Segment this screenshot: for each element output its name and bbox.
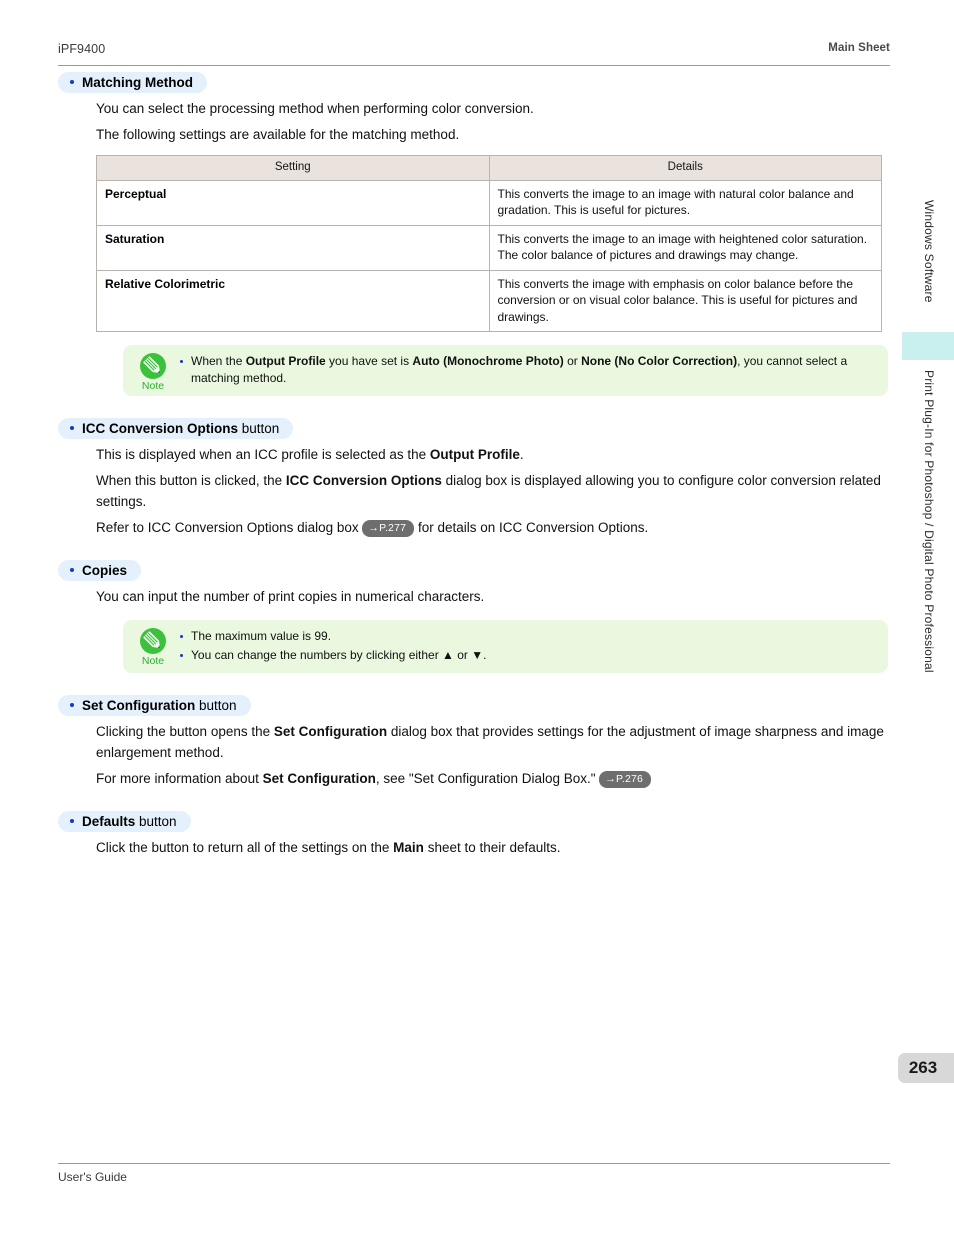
note-label: Note [141,380,165,392]
table-cell-details: This converts the image to an image with… [488,179,882,226]
matching-method-paragraph-2: The following settings are available for… [96,127,460,142]
side-tab-active-marker[interactable] [902,332,954,360]
heading-suffix: button [135,814,177,829]
footer-guide-label: User's Guide [58,1170,127,1184]
bold-icc-conversion-options: ICC Conversion Options [285,473,442,488]
heading-copies: Copies [58,560,142,581]
heading-label: ICC Conversion Options [82,421,239,436]
bold-output-profile: Output Profile [429,447,520,462]
page-header: iPF9400 Main Sheet [58,42,890,66]
section-defaults: Defaults button Click the button to retu… [58,811,890,858]
paragraph-text: , see "Set Configuration Dialog Box." [375,771,600,786]
table-col-details: Details [488,155,882,181]
bold-main: Main [393,840,424,855]
heading-label: Set Configuration [82,698,196,713]
page-number-badge: 263 [898,1053,954,1083]
bullet-dot-icon [70,703,74,708]
icc-paragraph-3: Refer to ICC Conversion Options dialog b… [96,517,886,538]
bullet-dot-icon [70,80,74,85]
setconf-paragraph-2: For more information about Set Configura… [96,768,886,789]
section-matching-method: Matching Method You can select the proce… [58,72,890,396]
table-row: Relative Colorimetric This converts the … [96,269,882,332]
bullet-dot-icon [70,426,74,431]
page-reference-p277[interactable]: →P.277 [362,520,415,537]
page-footer: User's Guide [58,1163,890,1189]
note-pencil-icon [140,353,166,379]
paragraph-text: Click the button to return all of the se… [96,840,394,855]
heading-defaults: Defaults button [58,811,191,832]
note-list: The maximum value is 99. You can change … [179,628,878,664]
setconf-paragraph-1: Clicking the button opens the Set Config… [96,721,886,763]
matching-method-settings-table: Setting Details Perceptual This converts… [96,155,882,332]
heading-set-configuration: Set Configuration button [58,695,251,716]
defaults-paragraph-1: Click the button to return all of the se… [96,837,886,858]
note-icon-group: Note [131,352,175,392]
paragraph-text: Clicking the button opens the [96,724,274,739]
note-list: When the Output Profile you have set is … [179,353,878,387]
heading-matching-method: Matching Method [58,72,207,93]
side-label-windows-software: Windows Software [922,200,936,303]
icc-paragraph-2: When this button is clicked, the ICC Con… [96,470,886,512]
heading-suffix: button [195,698,237,713]
table-col-setting: Setting [96,155,490,181]
page-content: Matching Method You can select the proce… [58,72,890,858]
paragraph-text: For more information about [96,771,263,786]
section-copies: Copies You can input the number of print… [58,560,890,673]
bold-set-configuration: Set Configuration [273,724,388,739]
note-box-matching-method: Note When the Output Profile you have se… [123,345,888,396]
section-icc-conversion-options: ICC Conversion Options button This is di… [58,418,890,538]
heading-label: Matching Method [82,75,193,90]
table-cell-setting: Perceptual [96,179,490,226]
note-text: When the [191,354,246,368]
icc-paragraph-1: This is displayed when an ICC profile is… [96,444,886,465]
table-row: Perceptual This converts the image to an… [96,179,882,226]
table-row: Saturation This converts the image to an… [96,224,882,271]
bullet-dot-icon [70,568,74,573]
note-icon-group: Note [131,627,175,667]
table-cell-setting: Relative Colorimetric [96,269,490,332]
paragraph-text: for details on ICC Conversion Options. [414,520,649,535]
paragraph-text: Refer to ICC Conversion Options dialog b… [96,520,363,535]
section-set-configuration: Set Configuration button Clicking the bu… [58,695,890,789]
paragraph-text: . [519,447,524,462]
header-sheet-title: Main Sheet [828,42,890,54]
note-pencil-icon [140,628,166,654]
paragraph-text: This is displayed when an ICC profile is… [96,447,430,462]
paragraph-text: sheet to their defaults. [423,840,561,855]
table-cell-details: This converts the image with emphasis on… [488,269,882,332]
copies-paragraph-1: You can input the number of print copies… [96,589,485,604]
note-item: You can change the numbers by clicking e… [179,647,878,664]
header-model: iPF9400 [58,42,106,56]
document-page: iPF9400 Main Sheet Matching Method You c… [0,0,954,1235]
note-item: The maximum value is 99. [179,628,878,645]
paragraph-text: When this button is clicked, the [96,473,286,488]
table-cell-setting: Saturation [96,224,490,271]
note-text: you have set is [325,354,413,368]
side-label-print-plugin: Print Plug-In for Photoshop / Digital Ph… [922,370,936,673]
bullet-dot-icon [70,819,74,824]
table-cell-details: This converts the image to an image with… [488,224,882,271]
heading-icc-conversion-options: ICC Conversion Options button [58,418,294,439]
heading-label: Defaults [82,814,136,829]
note-text: or [563,354,582,368]
bold-set-configuration: Set Configuration [262,771,376,786]
table-header-row: Setting Details [96,155,882,181]
heading-suffix: button [238,421,280,436]
note-label: Note [141,655,165,667]
heading-label: Copies [82,563,128,578]
side-tab-strip: Windows Software Print Plug-In for Photo… [898,0,954,1235]
note-bold-none: None (No Color Correction) [581,354,738,368]
page-reference-p276[interactable]: →P.276 [599,771,652,788]
note-box-copies: Note The maximum value is 99. You can ch… [123,620,888,673]
note-item: When the Output Profile you have set is … [179,353,878,387]
note-bold-auto-mono: Auto (Monochrome Photo) [412,354,564,368]
matching-method-paragraph-1: You can select the processing method whe… [96,101,534,116]
note-bold-output-profile: Output Profile [245,354,326,368]
